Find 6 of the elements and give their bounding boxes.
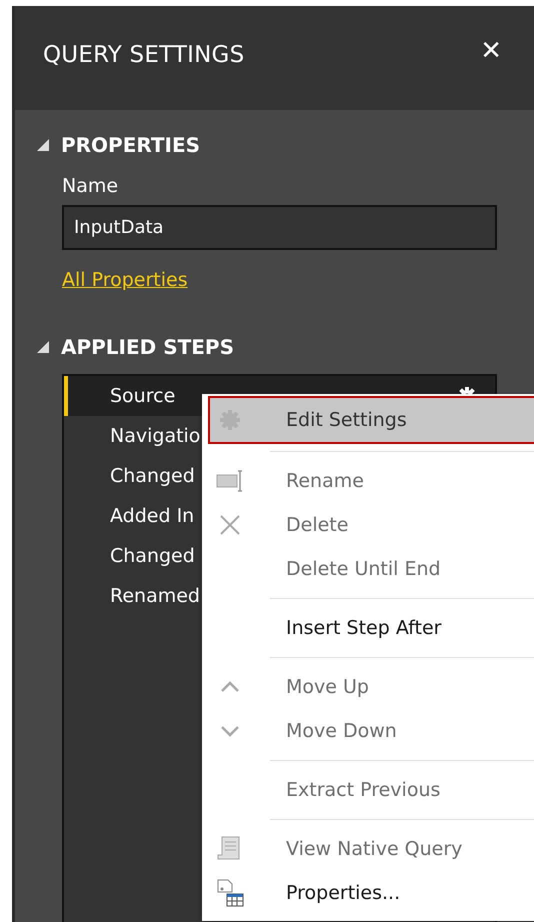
section-heading: PROPERTIES bbox=[61, 132, 200, 159]
panel-title: QUERY SETTINGS bbox=[43, 41, 244, 70]
step-label: Renamed bbox=[110, 584, 200, 609]
step-label: Source bbox=[110, 384, 176, 409]
section-heading: APPLIED STEPS bbox=[61, 334, 234, 361]
field-label: Name bbox=[62, 174, 118, 199]
